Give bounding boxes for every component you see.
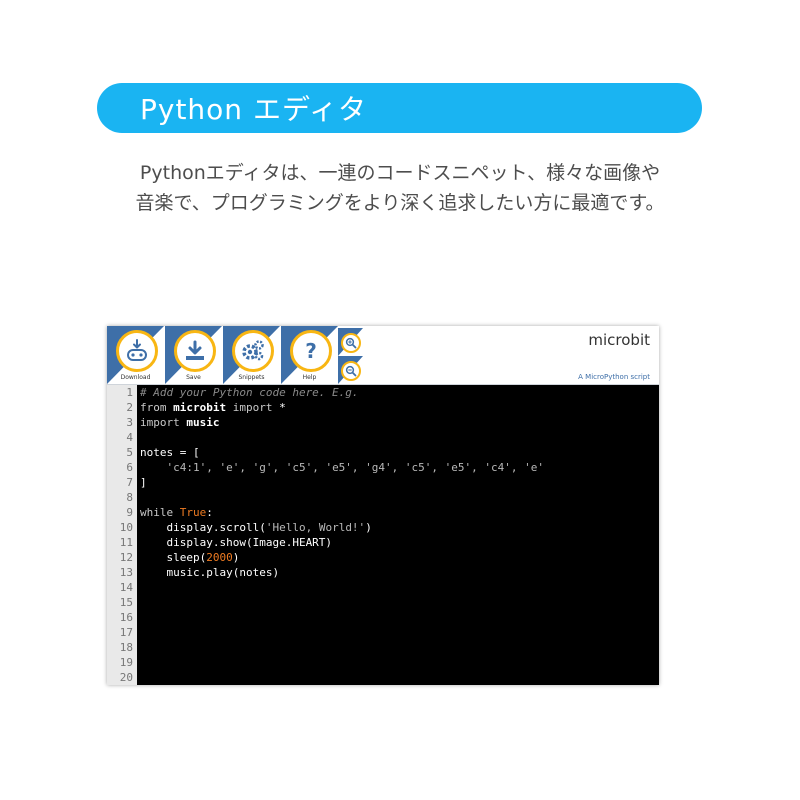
banner-title: Python エディタ: [140, 93, 367, 126]
download-label: Download: [120, 374, 151, 381]
script-subtitle: A MicroPython script: [578, 373, 650, 381]
zoom-in-icon: [345, 337, 357, 349]
gears-icon: [242, 340, 264, 361]
line-number: 19: [119, 656, 133, 669]
code-line: sleep(2000): [140, 551, 240, 564]
zoom-out-button[interactable]: [338, 356, 363, 384]
line-number: 17: [119, 626, 133, 639]
code-area[interactable]: # Add your Python code here. E.g. from m…: [140, 385, 659, 685]
save-button[interactable]: Save: [165, 326, 222, 384]
title-banner: Python エディタ: [97, 83, 702, 133]
line-number: 9: [126, 506, 133, 519]
microbit-download-icon: [127, 339, 147, 361]
line-number: 10: [119, 521, 133, 534]
line-number: 13: [119, 566, 133, 579]
snippets-label: Snippets: [238, 374, 265, 381]
line-number: 4: [126, 431, 133, 444]
line-number: 2: [126, 401, 133, 414]
python-editor: Download Save Snippets ? Help microbit A…: [107, 326, 659, 685]
download-button[interactable]: Download: [107, 326, 164, 384]
line-number: 16: [119, 611, 133, 624]
code-line: import music: [140, 416, 220, 429]
save-download-icon: [186, 340, 204, 360]
question-icon: ?: [305, 339, 317, 363]
line-number: 1: [126, 386, 133, 399]
line-number: 6: [126, 461, 133, 474]
line-number: 14: [119, 581, 133, 594]
line-number-gutter: 1 2 3 4 5 6 7 8 9 10 11 12 13 14 15 16 17 18 19 20: [107, 385, 137, 685]
brand-name: microbit: [588, 331, 650, 349]
code-line: ]: [140, 476, 147, 489]
code-line: display.scroll('Hello, World!'): [140, 521, 372, 534]
line-number: 5: [126, 446, 133, 459]
line-number: 8: [126, 491, 133, 504]
save-label: Save: [186, 374, 201, 381]
line-number: 3: [126, 416, 133, 429]
zoom-in-button[interactable]: [338, 328, 363, 356]
line-number: 18: [119, 641, 133, 654]
code-line: notes = [: [140, 446, 200, 459]
code-line: from microbit import *: [140, 401, 286, 414]
line-number: 12: [119, 551, 133, 564]
description-line-2: 音楽で、プログラミングをより深く追求したい方に最適です。: [135, 192, 665, 214]
line-number: 20: [119, 671, 133, 684]
code-line: # Add your Python code here. E.g.: [140, 386, 359, 399]
editor-toolbar: Download Save Snippets ? Help microbit A…: [107, 326, 659, 385]
code-line: display.show(Image.HEART): [140, 536, 333, 549]
help-button[interactable]: ? Help: [281, 326, 338, 384]
description-line-1: Pythonエディタは、一連のコードスニペット、様々な画像や: [139, 162, 661, 184]
code-line: music.play(notes): [140, 566, 280, 579]
code-line: 'c4:1', 'e', 'g', 'c5', 'e5', 'g4', 'c5'…: [166, 461, 545, 474]
line-number: 15: [119, 596, 133, 609]
zoom-out-icon: [345, 365, 357, 377]
description: Pythonエディタは、一連のコードスニペット、様々な画像や 音楽で、プログラミ…: [100, 158, 700, 218]
line-number: 7: [126, 476, 133, 489]
line-number: 11: [119, 536, 133, 549]
snippets-button[interactable]: Snippets: [223, 326, 280, 384]
code-line: while True:: [140, 506, 213, 519]
help-label: Help: [302, 374, 317, 381]
